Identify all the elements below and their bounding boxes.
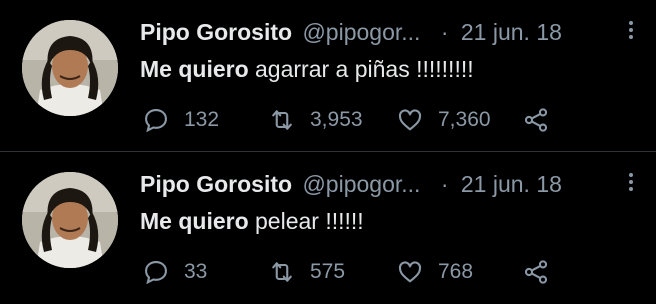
- share-button[interactable]: [522, 102, 564, 138]
- retweet-icon: [272, 262, 292, 282]
- user-avatar-icon: [22, 20, 118, 116]
- tweet-actions: 33 575 768: [140, 254, 600, 290]
- author-handle[interactable]: @pipogor...: [302, 171, 420, 197]
- heart-icon: [398, 109, 422, 131]
- more-options-icon[interactable]: [626, 170, 636, 194]
- share-icon: [524, 260, 548, 284]
- share-button[interactable]: [522, 254, 564, 290]
- retweet-button[interactable]: 575: [268, 254, 345, 290]
- tweet-text-bold: Me quiero: [140, 208, 249, 234]
- retweet-count: 3,953: [310, 108, 363, 131]
- like-button[interactable]: 7,360: [396, 102, 491, 138]
- reply-icon: [145, 109, 167, 133]
- reply-count: 33: [184, 260, 208, 283]
- tweet-header: Pipo Gorosito @pipogor... · 21 jun. 18: [140, 15, 640, 49]
- retweet-icon: [272, 110, 292, 130]
- author-name[interactable]: Pipo Gorosito: [140, 19, 292, 45]
- separator-dot: ·: [440, 19, 449, 45]
- author-name[interactable]: Pipo Gorosito: [140, 171, 292, 197]
- more-options-icon[interactable]: [626, 18, 636, 42]
- reply-button[interactable]: 33: [142, 254, 207, 290]
- tweet-text: Me quiero pelear !!!!!!: [140, 204, 364, 238]
- tweet-2[interactable]: Pipo Gorosito @pipogor... · 21 jun. 18 M…: [0, 152, 656, 304]
- retweet-button[interactable]: 3,953: [268, 102, 363, 138]
- author-handle[interactable]: @pipogor...: [302, 19, 420, 45]
- like-count: 768: [438, 260, 474, 283]
- tweet-date[interactable]: 21 jun. 18: [461, 171, 562, 197]
- reply-count: 132: [184, 108, 220, 131]
- tweet-text-bold: Me quiero: [140, 56, 249, 82]
- tweet-text: Me quiero agarrar a piñas !!!!!!!!!: [140, 52, 474, 86]
- separator-dot: ·: [440, 171, 449, 197]
- tweet-header: Pipo Gorosito @pipogor... · 21 jun. 18: [140, 167, 640, 201]
- share-icon: [524, 108, 548, 132]
- reply-icon: [145, 261, 167, 285]
- retweet-count: 575: [310, 260, 346, 283]
- tweet-text-rest: agarrar a piñas !!!!!!!!!: [248, 56, 474, 82]
- avatar[interactable]: [22, 172, 118, 268]
- tweet-text-rest: pelear !!!!!!: [248, 208, 364, 234]
- tweet-1[interactable]: Pipo Gorosito @pipogor... · 21 jun. 18 M…: [0, 0, 656, 152]
- like-button[interactable]: 768: [396, 254, 473, 290]
- like-count: 7,360: [438, 108, 491, 131]
- tweet-actions: 132 3,953 7,360: [140, 102, 600, 138]
- user-avatar-icon: [22, 172, 118, 268]
- heart-icon: [398, 261, 422, 283]
- reply-button[interactable]: 132: [142, 102, 219, 138]
- avatar[interactable]: [22, 20, 118, 116]
- tweet-date[interactable]: 21 jun. 18: [461, 19, 562, 45]
